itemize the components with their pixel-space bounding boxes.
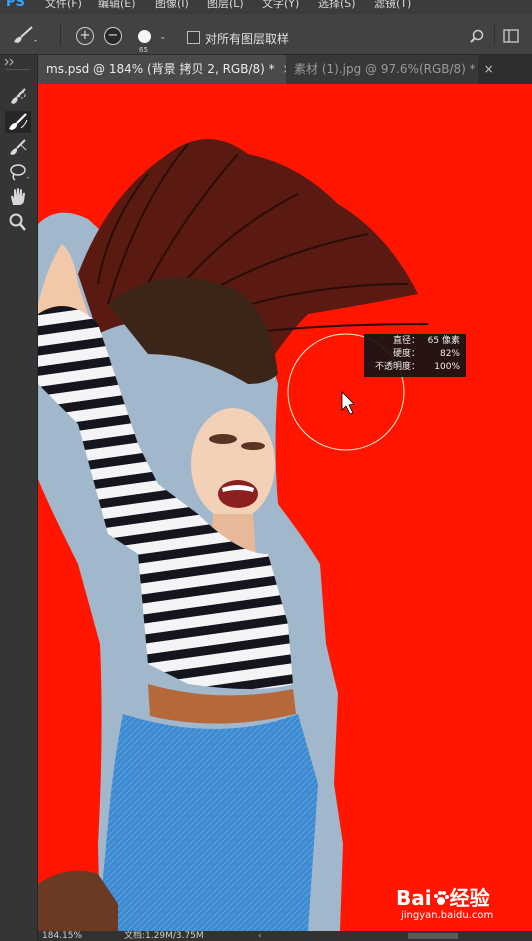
chevron-down-icon[interactable]: ⌄: [159, 32, 167, 42]
options-bar: + − 65 ⌄ 对所有图层取样: [0, 14, 532, 55]
brush-info-tooltip: 直径： 65 像素 硬度： 82% 不透明度： 100%: [364, 334, 466, 377]
brush-preview-icon[interactable]: [138, 30, 151, 43]
hardness-label: 硬度：: [392, 349, 420, 359]
erase-refinements-tool[interactable]: [5, 136, 31, 158]
panel-grip: [6, 69, 30, 70]
canvas-image: [38, 139, 429, 931]
sample-all-layers-label: 对所有图层取样: [205, 32, 290, 46]
quick-selection-icon: [11, 88, 26, 104]
menu-select[interactable]: 选择(S): [318, 0, 356, 10]
search-icon[interactable]: [469, 29, 485, 45]
options-separator: [60, 24, 61, 46]
lasso-icon: [10, 164, 29, 181]
document-size[interactable]: 文档:1.29M/3.75M: [124, 931, 204, 941]
opacity-value: 100%: [434, 362, 460, 372]
paw-icon: [433, 891, 449, 905]
horizontal-scrollbar[interactable]: [408, 933, 458, 939]
menu-edit[interactable]: 编辑(E): [98, 0, 136, 10]
zoom-icon: [9, 213, 26, 231]
quick-selection-tool[interactable]: [5, 85, 31, 107]
document-canvas[interactable]: 直径： 65 像素 硬度： 82% 不透明度： 100%: [38, 84, 532, 931]
erase-refinements-icon: [10, 139, 27, 155]
refine-radius-brush-icon: [9, 113, 28, 130]
menu-layer[interactable]: 图层(L): [207, 0, 244, 10]
cursor-arrow-icon: [341, 391, 355, 415]
lasso-tool[interactable]: [5, 161, 31, 183]
status-arrow-icon[interactable]: ‹: [258, 931, 262, 941]
app-logo: PS: [6, 0, 25, 10]
diameter-value: 65 像素: [427, 336, 460, 346]
menu-filter[interactable]: 滤镜(T): [374, 0, 411, 10]
zoom-level[interactable]: 184.15%: [42, 931, 82, 941]
tab-label: ms.psd @ 184% (背景 拷贝 2, RGB/8) *: [46, 62, 275, 76]
watermark-url: jingyan.baidu.com: [401, 910, 494, 921]
brush-size-label: 65: [139, 46, 148, 54]
status-bar: 184.15% 文档:1.29M/3.75M ‹: [38, 931, 532, 941]
eye-left: [209, 434, 237, 444]
menu-file[interactable]: 文件(F): [45, 0, 82, 10]
jeans: [98, 714, 318, 931]
tool-preset-icon[interactable]: [10, 24, 38, 46]
document-tabs: ms.psd @ 184% (背景 拷贝 2, RGB/8) *× 素材 (1)…: [38, 55, 532, 84]
close-icon[interactable]: ×: [484, 62, 494, 76]
subtract-from-selection-button[interactable]: −: [104, 27, 122, 45]
refine-radius-tool[interactable]: [5, 111, 31, 133]
open-mouth: [218, 480, 258, 508]
tab-ms-psd[interactable]: ms.psd @ 184% (背景 拷贝 2, RGB/8) *×: [38, 55, 293, 84]
tools-panel: [0, 55, 38, 941]
hand-icon: [11, 188, 25, 205]
diameter-label: 直径：: [392, 336, 420, 346]
tab-material-jpg[interactable]: 素材 (1).jpg @ 97.6%(RGB/8) * ×: [286, 55, 494, 84]
zoom-tool[interactable]: [5, 211, 31, 233]
menu-bar: PS 文件(F) 编辑(E) 图像(I) 图层(L) 文字(Y) 选择(S) 滤…: [0, 0, 532, 14]
sample-all-layers-checkbox[interactable]: [187, 31, 200, 44]
collapse-panel-icon[interactable]: [4, 58, 16, 66]
tab-label: 素材 (1).jpg @ 97.6%(RGB/8) *: [294, 62, 476, 76]
hardness-value: 82%: [439, 349, 460, 359]
options-separator: [494, 24, 495, 46]
hand-tool[interactable]: [5, 186, 31, 208]
menu-type[interactable]: 文字(Y): [262, 0, 299, 10]
watermark-brand: Bai 经验: [396, 886, 490, 910]
opacity-label: 不透明度：: [374, 362, 420, 372]
workspace-icon[interactable]: [503, 29, 519, 43]
baidu-watermark: Bai 经验 jingyan.baidu.com: [396, 880, 506, 930]
add-to-selection-button[interactable]: +: [76, 27, 94, 45]
menu-image[interactable]: 图像(I): [155, 0, 189, 10]
eye-right: [241, 442, 265, 450]
